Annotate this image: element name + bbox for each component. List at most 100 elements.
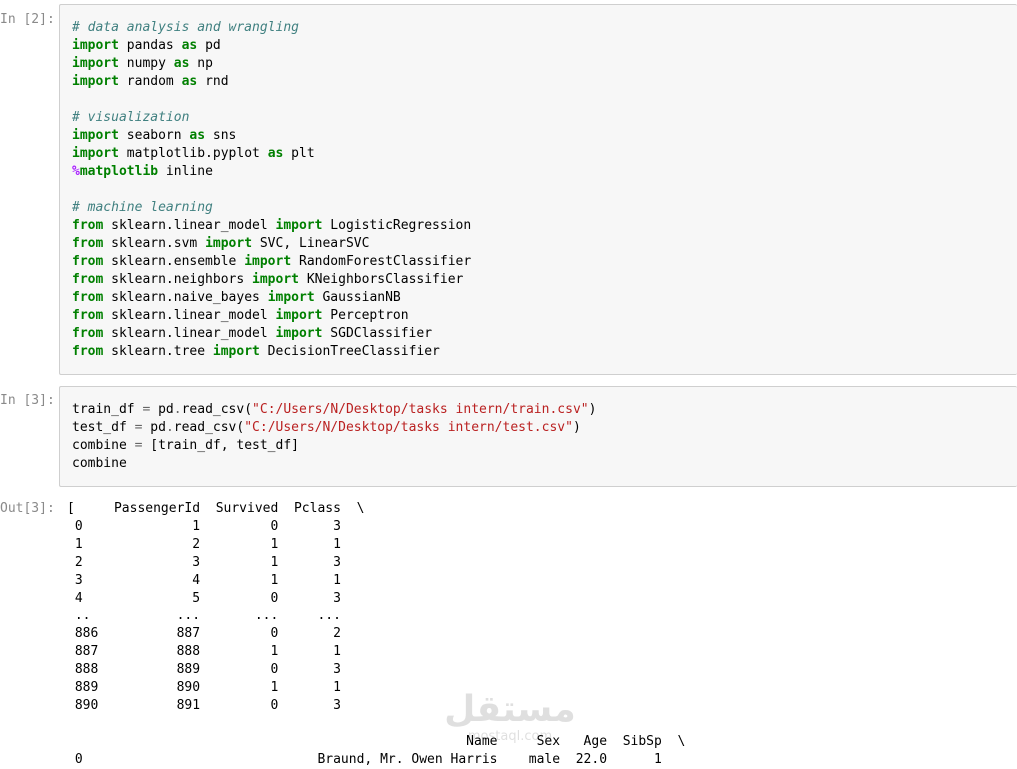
out-3-prompt: Out[3]: xyxy=(0,501,55,516)
watermark-logo: مستقل mostaql.com xyxy=(440,690,580,750)
code-cell-imports[interactable]: # data analysis and wrangling import pand… xyxy=(59,4,1017,375)
output-line: 886 887 0 2 xyxy=(67,626,341,642)
code-token: import xyxy=(252,272,299,287)
code-token: inline xyxy=(158,164,213,179)
code-token: matplotlib.pyplot xyxy=(118,146,268,161)
code-token: sklearn.svm xyxy=(103,236,206,251)
code-token: train_df xyxy=(72,402,143,417)
code-token: from xyxy=(72,290,104,305)
code-token: from xyxy=(72,218,104,233)
code-token: [train_df, test_df] xyxy=(142,438,299,453)
code-token: . xyxy=(173,402,182,417)
code-token: combine xyxy=(72,438,135,453)
code-token: import xyxy=(212,344,260,359)
code-token: combine xyxy=(72,456,127,471)
code-token: "C:/Users/N/Desktop/tasks intern/train.c… xyxy=(252,402,589,417)
code-token: "C:/Users/N/Desktop/tasks intern/test.cs… xyxy=(244,420,573,435)
code-line: from sklearn.neighbors import KNeighbors… xyxy=(72,271,1017,289)
code-token: random xyxy=(118,74,182,89)
code-token: LogisticRegression xyxy=(322,218,472,233)
code-token: pd xyxy=(150,402,174,417)
code-line: import numpy as np xyxy=(72,55,1017,73)
code-token: import xyxy=(72,38,119,53)
output-line: 0 1 0 3 xyxy=(67,518,341,534)
code-line: from sklearn.svm import SVC, LinearSVC xyxy=(72,235,1017,253)
code-token: sns xyxy=(205,128,237,143)
code-token: import xyxy=(72,56,119,71)
code-line: %matplotlib inline xyxy=(72,163,1017,181)
code-token: as xyxy=(267,146,284,161)
code-token: from xyxy=(72,344,104,359)
output-line: [ PassengerId Survived Pclass \ xyxy=(67,501,365,516)
code-token: import xyxy=(275,326,323,341)
code-line: from sklearn.naive_bayes import Gaussian… xyxy=(72,289,1017,307)
code-token: sklearn.ensemble xyxy=(103,254,245,269)
code-token: import xyxy=(267,290,315,305)
code-token: . xyxy=(165,420,174,435)
code-line: train_df = pd.read_csv("C:/Users/N/Deskt… xyxy=(72,401,1017,419)
code-token: RandomForestClassifier xyxy=(291,254,472,269)
cell-3-prompt: In [3]: xyxy=(0,393,55,408)
code-token: SGDClassifier xyxy=(322,326,433,341)
output-line: 887 888 1 1 xyxy=(67,644,341,660)
code-line: from sklearn.ensemble import RandomFores… xyxy=(72,253,1017,271)
code-token: Perceptron xyxy=(322,308,409,323)
code-line: # visualization xyxy=(72,109,1017,127)
code-token: sklearn.tree xyxy=(103,344,213,359)
code-token: % xyxy=(72,164,80,179)
code-line: combine = [train_df, test_df] xyxy=(72,437,1017,455)
code-token: ) xyxy=(572,420,581,435)
code-token: import xyxy=(72,74,119,89)
code-token: sklearn.neighbors xyxy=(103,272,253,287)
output-line: .. ... ... ... xyxy=(67,608,341,624)
code-token: # visualization xyxy=(72,110,190,125)
code-token: # data analysis and wrangling xyxy=(72,20,299,35)
output-line: 4 5 0 3 xyxy=(67,590,341,606)
code-line: # data analysis and wrangling xyxy=(72,19,1017,37)
output-line: 890 891 0 3 xyxy=(67,697,341,713)
code-token: from xyxy=(72,326,104,341)
output-line: Name Sex Age SibSp \ xyxy=(67,733,686,749)
code-line: from sklearn.linear_model import Percept… xyxy=(72,307,1017,325)
code-line: from sklearn.linear_model import SGDClas… xyxy=(72,325,1017,343)
code-token: test_df xyxy=(72,420,135,435)
code-line: combine xyxy=(72,455,1017,473)
code-token: import xyxy=(275,308,323,323)
code-token: import xyxy=(72,128,119,143)
code-token: plt xyxy=(283,146,315,161)
code-token: DecisionTreeClassifier xyxy=(259,344,440,359)
output-line: 888 889 0 3 xyxy=(67,662,341,678)
code-token: as xyxy=(189,128,206,143)
code-token: from xyxy=(72,236,104,251)
output-line: 889 890 1 1 xyxy=(67,680,341,696)
code-token: sklearn.linear_model xyxy=(103,218,276,233)
code-token: np xyxy=(189,56,213,71)
code-token: as xyxy=(181,38,198,53)
code-token: SVC, LinearSVC xyxy=(252,236,370,251)
output-line: 3 4 1 1 xyxy=(67,572,341,588)
code-token: read_csv( xyxy=(173,420,245,435)
code-token: import xyxy=(205,236,253,251)
cell-output: [ PassengerId Survived Pclass \ 0 1 0 3 … xyxy=(67,500,685,769)
output-line: 1 2 1 1 xyxy=(67,536,341,552)
watermark-text: مستقل xyxy=(444,689,576,730)
code-token: import xyxy=(275,218,323,233)
code-line: test_df = pd.read_csv("C:/Users/N/Deskto… xyxy=(72,419,1017,437)
code-line: import pandas as pd xyxy=(72,37,1017,55)
code-line: import random as rnd xyxy=(72,73,1017,91)
code-token: as xyxy=(181,74,198,89)
code-token: pd xyxy=(197,38,221,53)
code-line: from sklearn.linear_model import Logisti… xyxy=(72,217,1017,235)
code-token: KNeighborsClassifier xyxy=(299,272,464,287)
code-token: import xyxy=(244,254,292,269)
code-token: seaborn xyxy=(118,128,190,143)
code-cell-read-csv[interactable]: train_df = pd.read_csv("C:/Users/N/Deskt… xyxy=(59,386,1017,487)
code-line: import seaborn as sns xyxy=(72,127,1017,145)
code-token: rnd xyxy=(197,74,229,89)
code-token: sklearn.linear_model xyxy=(103,308,276,323)
cell-2-prompt: In [2]: xyxy=(0,12,55,27)
code-line: import matplotlib.pyplot as plt xyxy=(72,145,1017,163)
code-token: from xyxy=(72,272,104,287)
